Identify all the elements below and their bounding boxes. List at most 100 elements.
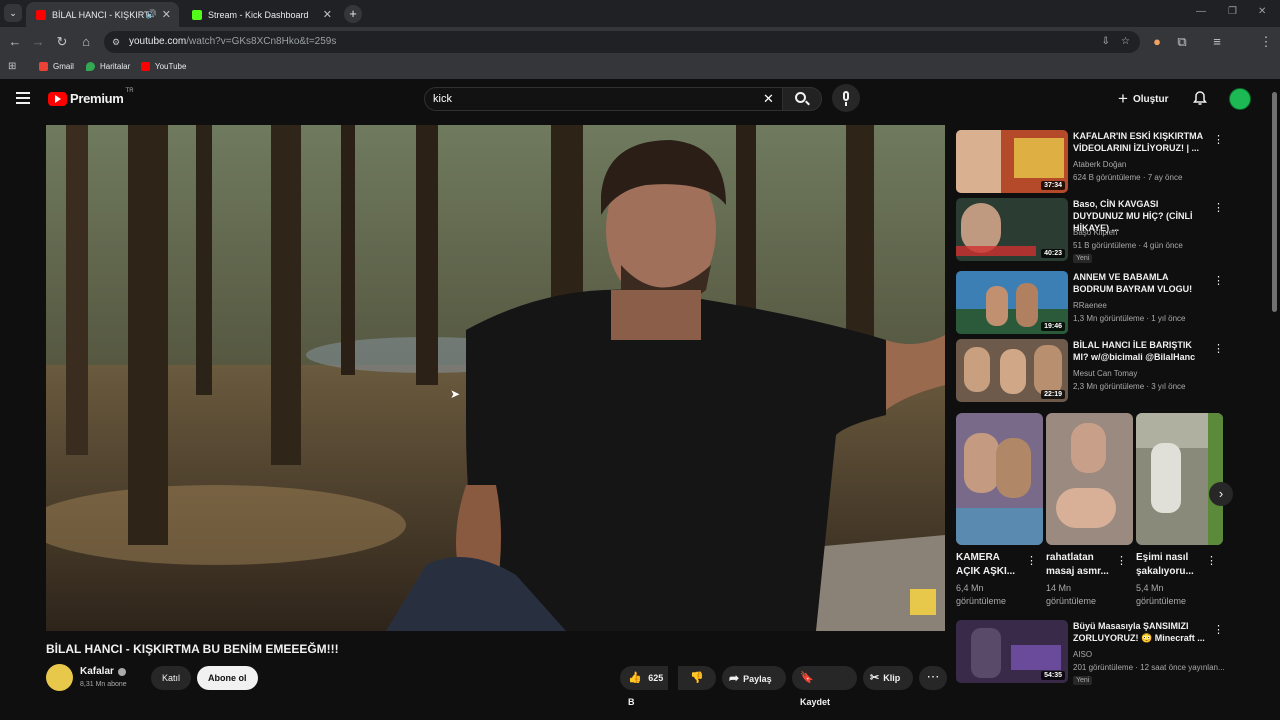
video-thumbnail[interactable]: 54:35 bbox=[956, 620, 1068, 683]
reload-icon[interactable]: ↻ bbox=[55, 34, 69, 50]
short-views: 14 Mn görüntüleme bbox=[1046, 583, 1097, 606]
media-control-icon[interactable]: ≡ bbox=[1210, 34, 1224, 50]
apps-grid-icon[interactable]: ⊞ bbox=[8, 61, 16, 72]
more-vertical-icon[interactable]: ⋮ bbox=[1213, 341, 1224, 357]
dislike-button[interactable]: 👎 bbox=[678, 666, 716, 690]
recommended-video[interactable]: 54:35 Büyü Masasıyla ŞANSIMIZI ZORLUYORU… bbox=[956, 620, 1246, 685]
extensions-puzzle-icon[interactable]: ⧉ bbox=[1175, 34, 1189, 50]
video-thumbnail[interactable]: 37:34 bbox=[956, 130, 1068, 193]
recommended-channel[interactable]: AISO bbox=[1073, 650, 1092, 659]
share-label: Paylaş bbox=[743, 674, 772, 684]
bookmark-label: Gmail bbox=[53, 62, 74, 71]
close-tab-icon[interactable]: ✕ bbox=[162, 8, 171, 21]
browser-menu-icon[interactable]: ⋮ bbox=[1259, 34, 1273, 50]
more-vertical-icon[interactable]: ⋮ bbox=[1213, 273, 1224, 289]
video-thumbnail[interactable]: 22:19 bbox=[956, 339, 1068, 402]
tab-youtube[interactable]: BİLAL HANCI - KIŞKIRTMA BU 🔊 ✕ bbox=[26, 2, 179, 27]
more-vertical-icon[interactable]: ⋮ bbox=[1213, 622, 1224, 638]
subscriber-count: 8,31 Mn abone bbox=[80, 681, 127, 688]
bookmark-maps[interactable]: Haritalar bbox=[86, 62, 130, 71]
install-app-icon[interactable]: ⇩ bbox=[1102, 31, 1110, 53]
search-query: kick bbox=[433, 93, 452, 105]
video-thumbnail[interactable]: 19:46 bbox=[956, 271, 1068, 334]
url-host: youtube.com bbox=[129, 36, 187, 47]
thumbs-down-icon: 👎 bbox=[690, 672, 704, 684]
create-label: Oluştur bbox=[1132, 93, 1169, 105]
recommended-title: Büyü Masasıyla ŞANSIMIZI ZORLUYORUZ! 😳 M… bbox=[1073, 621, 1205, 643]
subscribe-button[interactable]: Abone ol bbox=[197, 666, 258, 690]
address-bar[interactable]: ⚙ youtube.com/watch?v=GKs8XCn8Hko&t=259s… bbox=[104, 31, 1140, 53]
notifications-bell-icon[interactable] bbox=[1193, 91, 1207, 105]
share-arrow-icon: ➦ bbox=[729, 671, 740, 685]
short-thumbnail[interactable] bbox=[956, 413, 1043, 545]
more-actions-button[interactable]: ⋯ bbox=[919, 666, 947, 690]
video-thumbnail[interactable]: 40:23 bbox=[956, 198, 1068, 261]
create-button[interactable]: + Oluştur bbox=[1118, 88, 1169, 110]
page-scrollbar[interactable] bbox=[1270, 84, 1278, 694]
bookmark-gmail[interactable]: Gmail bbox=[39, 62, 74, 71]
recommended-channel[interactable]: Mesut Can Tomay bbox=[1073, 369, 1137, 378]
short-thumbnail[interactable] bbox=[1046, 413, 1133, 545]
speaker-icon: 🔊 bbox=[145, 9, 157, 19]
back-icon[interactable]: ← bbox=[8, 34, 22, 50]
site-info-icon[interactable]: ⚙ bbox=[112, 31, 120, 53]
more-vertical-icon[interactable]: ⋮ bbox=[1026, 553, 1037, 569]
channel-avatar[interactable] bbox=[46, 664, 73, 691]
tab-kick-dashboard[interactable]: Stream - Kick Dashboard ✕ bbox=[182, 2, 340, 27]
forward-icon[interactable]: → bbox=[31, 34, 45, 50]
more-vertical-icon[interactable]: ⋮ bbox=[1116, 553, 1127, 569]
shorts-next-button[interactable]: › bbox=[1209, 482, 1233, 506]
short-thumbnail[interactable] bbox=[1136, 413, 1223, 545]
recommended-channel[interactable]: Başo Klipleri bbox=[1073, 228, 1117, 237]
plus-icon: + bbox=[1118, 89, 1128, 108]
minimize-icon[interactable]: — bbox=[1196, 6, 1210, 17]
home-icon[interactable]: ⌂ bbox=[79, 34, 93, 50]
recommended-channel[interactable]: RRaenee bbox=[1073, 301, 1107, 310]
more-vertical-icon[interactable]: ⋮ bbox=[1206, 553, 1217, 569]
bookmarks-bar: ⊞ Gmail Haritalar YouTube bbox=[0, 57, 1280, 79]
new-tab-button[interactable]: + bbox=[344, 5, 362, 23]
bookmark-youtube[interactable]: YouTube bbox=[141, 62, 186, 71]
clip-button[interactable]: ✂ Klip bbox=[863, 666, 913, 690]
more-horizontal-icon: ⋯ bbox=[926, 669, 940, 684]
clear-search-icon[interactable]: ✕ bbox=[763, 88, 774, 110]
maps-pin-icon bbox=[86, 62, 95, 71]
close-window-icon[interactable]: ✕ bbox=[1258, 6, 1272, 17]
share-button[interactable]: ➦ Paylaş bbox=[722, 666, 786, 690]
youtube-icon bbox=[141, 62, 150, 71]
more-vertical-icon[interactable]: ⋮ bbox=[1213, 200, 1224, 216]
recommended-channel[interactable]: Ataberk Doğan bbox=[1073, 160, 1126, 169]
recommended-video[interactable]: 22:19 BİLAL HANCI İLE BARIŞTIK MI? w/@bi… bbox=[956, 339, 1246, 403]
thumbs-up-icon: 👍 bbox=[628, 672, 642, 684]
video-duration: 22:19 bbox=[1041, 390, 1065, 399]
clip-label: Klip bbox=[883, 673, 901, 683]
like-button[interactable]: 👍 625 B bbox=[620, 666, 668, 707]
recommended-video[interactable]: 19:46 ANNEM VE BABAMLA BODRUM BAYRAM VLO… bbox=[956, 271, 1246, 335]
bookmark-icon: 🔖 bbox=[800, 672, 814, 684]
bookmark-label: YouTube bbox=[155, 62, 187, 71]
tab-search-button[interactable]: ⌄ bbox=[4, 4, 22, 22]
extension-flame-icon[interactable]: ● bbox=[1150, 34, 1164, 50]
short-title: Eşimi nasıl şakalıyoru... bbox=[1136, 552, 1194, 577]
chevron-down-icon: ⌄ bbox=[9, 8, 17, 18]
recommended-video[interactable]: 37:34 KAFALAR'IN ESKİ KIŞKIRTMA VİDEOLAR… bbox=[956, 130, 1246, 194]
search-button[interactable] bbox=[782, 87, 822, 111]
logo-text: Premium bbox=[70, 91, 124, 106]
recommended-meta: 1,3 Mn görüntüleme · 1 yıl önce bbox=[1073, 314, 1186, 323]
youtube-logo[interactable]: Premium TR bbox=[48, 88, 134, 106]
plus-icon: + bbox=[349, 6, 357, 21]
search-input[interactable]: kick ✕ bbox=[424, 87, 822, 111]
save-button[interactable]: 🔖 Kaydet bbox=[792, 666, 857, 707]
recommended-meta: 51 B görüntüleme · 4 gün önce bbox=[1073, 241, 1183, 250]
more-vertical-icon[interactable]: ⋮ bbox=[1213, 132, 1224, 148]
channel-name[interactable]: Kafalar bbox=[80, 666, 126, 677]
restore-icon[interactable]: ❐ bbox=[1228, 6, 1242, 17]
bookmark-star-icon[interactable]: ☆ bbox=[1121, 31, 1130, 53]
join-button[interactable]: Katıl bbox=[151, 666, 192, 690]
recommended-video[interactable]: 40:23 Baso, CİN KAVGASI DUYDUNUZ MU HİÇ?… bbox=[956, 198, 1246, 263]
hamburger-menu-icon[interactable] bbox=[16, 92, 30, 104]
account-avatar[interactable] bbox=[1229, 88, 1251, 110]
video-player[interactable]: ➤ bbox=[46, 125, 945, 631]
voice-search-button[interactable] bbox=[832, 84, 860, 112]
close-tab-icon[interactable]: ✕ bbox=[323, 8, 332, 21]
